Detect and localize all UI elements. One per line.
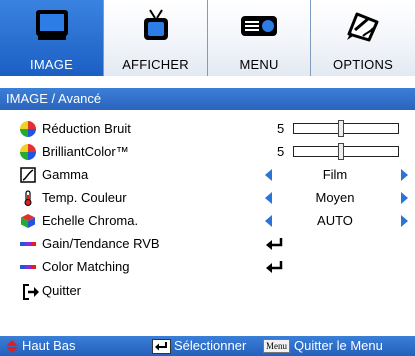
rgb-bar-icon: [20, 259, 36, 275]
gamma-value: Film: [322, 167, 348, 182]
menu-item-brilliantcolor[interactable]: BrilliantColor™ 5: [0, 141, 415, 163]
tab-bar: IMAGE AFFICHER MENU OPTIONS: [0, 0, 415, 76]
footer-quit-label: Quitter le Menu: [294, 338, 383, 353]
menu-item-label: Color Matching: [42, 259, 130, 274]
menu-key-icon: Menu: [263, 339, 290, 353]
osd-menu: IMAGE AFFICHER MENU OPTIONS IMAGE / Avan…: [0, 0, 415, 356]
slider-value: 5: [277, 144, 285, 159]
slider-thumb[interactable]: [338, 120, 344, 137]
right-arrow-icon[interactable]: [401, 192, 408, 204]
menu-item-label: BrilliantColor™: [42, 144, 129, 159]
noise-reduction-slider[interactable]: [293, 120, 399, 137]
breadcrumb: IMAGE / Avancé: [0, 88, 415, 110]
tab-options[interactable]: OPTIONS: [311, 0, 415, 76]
brilliantcolor-slider[interactable]: [293, 143, 399, 160]
menu-item-label: Gain/Tendance RVB: [42, 236, 160, 251]
enter-icon[interactable]: [265, 237, 285, 254]
tab-afficher[interactable]: AFFICHER: [104, 0, 208, 76]
menu-item-rgb-gain[interactable]: Gain/Tendance RVB: [0, 233, 415, 255]
right-arrow-icon[interactable]: [401, 215, 408, 227]
pencil-icon: [343, 8, 383, 49]
projector-icon: [239, 8, 279, 47]
enter-icon[interactable]: [265, 260, 285, 277]
footer-select-label: Sélectionner: [174, 338, 247, 353]
tab-label: OPTIONS: [333, 57, 393, 72]
footer-nav-label: Haut Bas: [22, 338, 76, 353]
menu-item-exit[interactable]: Quitter: [0, 280, 415, 302]
monitor-icon: [34, 8, 70, 47]
menu-item-color-space[interactable]: Echelle Chroma. AUTO: [0, 210, 415, 232]
gamma-curve-icon: [20, 167, 36, 183]
color-wheel-icon: [20, 144, 36, 160]
up-down-icon: [5, 339, 19, 356]
color-wheel-icon: [20, 121, 36, 137]
menu-item-label: Temp. Couleur: [42, 190, 127, 205]
menu-item-color-matching[interactable]: Color Matching: [0, 256, 415, 278]
rgb-bar-icon: [20, 236, 36, 252]
menu-item-label: Quitter: [42, 283, 82, 298]
menu-item-color-temp[interactable]: Temp. Couleur Moyen: [0, 187, 415, 209]
tab-label: AFFICHER: [122, 57, 189, 72]
color-temp-value: Moyen: [315, 190, 355, 205]
tab-label: IMAGE: [30, 57, 73, 72]
enter-key-icon: [152, 339, 171, 354]
slider-thumb[interactable]: [338, 143, 344, 160]
menu-item-label: Echelle Chroma.: [42, 213, 139, 228]
tab-menu[interactable]: MENU: [208, 0, 311, 76]
tab-image[interactable]: IMAGE: [0, 0, 104, 76]
footer-bar: Haut Bas Sélectionner Menu Quitter le Me…: [0, 336, 415, 356]
tab-label: MENU: [239, 57, 279, 72]
menu-item-label: Gamma: [42, 167, 89, 182]
tv-icon: [138, 8, 174, 49]
color-cube-icon: [20, 213, 36, 229]
color-space-value: AUTO: [317, 213, 353, 228]
menu-item-noise-reduction[interactable]: Réduction Bruit 5: [0, 118, 415, 140]
thermometer-icon: [20, 190, 36, 206]
menu-item-gamma[interactable]: Gamma Film: [0, 164, 415, 186]
menu-item-label: Réduction Bruit: [42, 121, 131, 136]
exit-icon: [22, 283, 39, 300]
right-arrow-icon[interactable]: [401, 169, 408, 181]
slider-value: 5: [277, 121, 285, 136]
